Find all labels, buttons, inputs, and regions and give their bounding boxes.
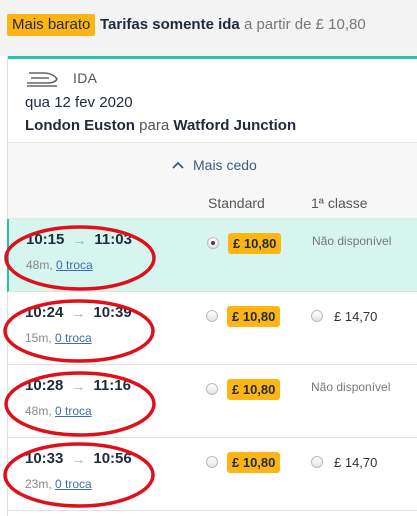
train-icon bbox=[27, 72, 58, 87]
cheapest-badge: Mais barato bbox=[7, 14, 96, 36]
changes-link[interactable]: 0 troca bbox=[56, 258, 93, 272]
fare-summary-bar: Mais barato Tarifas somente ida a partir… bbox=[0, 0, 417, 56]
train-row[interactable]: 10:28 → 11:16 48m, 0 troca £ 10,80 Não d… bbox=[8, 365, 417, 438]
first-class-unavailable: Não disponível bbox=[312, 234, 392, 248]
direction-label: IDA bbox=[73, 70, 98, 86]
duration: 48m, bbox=[26, 258, 53, 272]
duration: 48m, bbox=[25, 404, 52, 418]
fare-class-header: Standard 1ª classe bbox=[8, 188, 417, 219]
changes-link[interactable]: 0 troca bbox=[55, 477, 92, 491]
first-class-price: £ 14,70 bbox=[334, 455, 378, 470]
departure-time: 10:33 bbox=[25, 450, 64, 467]
fare-summary-title: Tarifas somente ida a partir de £ 10,80 bbox=[100, 14, 366, 36]
standard-price: £ 10,80 bbox=[227, 306, 281, 327]
first-class-fare-radio[interactable] bbox=[311, 456, 323, 468]
first-class-unavailable: Não disponível bbox=[311, 380, 391, 394]
standard-fare-radio[interactable] bbox=[206, 310, 218, 322]
arrow-right-icon: → bbox=[71, 304, 86, 321]
train-meta: 48m, 0 troca bbox=[26, 258, 93, 272]
fare-from-price: a partir de £ 10,80 bbox=[243, 16, 366, 33]
first-class-header: 1ª classe bbox=[311, 195, 368, 211]
train-times: 10:24 → 10:39 bbox=[25, 304, 132, 321]
arrow-right-icon: → bbox=[72, 231, 87, 248]
departure-time: 10:24 bbox=[25, 304, 64, 321]
standard-price: £ 10,80 bbox=[227, 379, 281, 400]
changes-link[interactable]: 0 troca bbox=[55, 331, 92, 345]
train-meta: 15m, 0 troca bbox=[25, 331, 92, 345]
arrival-time: 11:16 bbox=[93, 377, 131, 394]
standard-price: £ 10,80 bbox=[228, 233, 282, 254]
changes-link[interactable]: 0 troca bbox=[55, 404, 92, 418]
standard-fare-radio[interactable] bbox=[206, 383, 218, 395]
train-row[interactable]: 10:24 → 10:39 15m, 0 troca £ 10,80 £ 14,… bbox=[8, 292, 417, 365]
train-times: 10:28 → 11:16 bbox=[25, 377, 131, 394]
train-meta: 48m, 0 troca bbox=[25, 404, 92, 418]
destination-station: Watford Junction bbox=[173, 117, 297, 134]
duration: 23m, bbox=[25, 477, 52, 491]
arrow-right-icon: → bbox=[71, 377, 86, 394]
origin-station: London Euston bbox=[25, 117, 135, 134]
first-class-price: £ 14,70 bbox=[334, 309, 378, 324]
journey-summary: IDA qua 12 fev 2020 London Euston para W… bbox=[8, 59, 417, 141]
standard-class-header: Standard bbox=[208, 195, 265, 211]
travel-date: qua 12 fev 2020 bbox=[25, 94, 133, 111]
train-row[interactable]: 10:33 → 10:56 23m, 0 troca £ 10,80 £ 14,… bbox=[8, 438, 417, 511]
journey-card: IDA qua 12 fev 2020 London Euston para W… bbox=[7, 56, 417, 516]
arrival-time: 10:39 bbox=[93, 304, 132, 321]
train-row[interactable]: 10:15 → 11:03 48m, 0 troca £ 10,80 Não d… bbox=[7, 219, 417, 292]
earlier-trains-button[interactable]: Mais cedo bbox=[171, 157, 257, 173]
standard-price: £ 10,80 bbox=[227, 452, 281, 473]
departure-time: 10:28 bbox=[25, 377, 64, 394]
standard-fare-radio[interactable] bbox=[207, 237, 219, 249]
arrival-time: 10:56 bbox=[93, 450, 132, 467]
earlier-trains-bar: Mais cedo bbox=[8, 142, 417, 188]
train-times: 10:15 → 11:03 bbox=[26, 231, 132, 248]
arrival-time: 11:03 bbox=[94, 231, 132, 248]
fare-type-label: Tarifas somente ida bbox=[100, 16, 240, 33]
route-connector: para bbox=[139, 117, 170, 134]
train-meta: 23m, 0 troca bbox=[25, 477, 92, 491]
train-times: 10:33 → 10:56 bbox=[25, 450, 132, 467]
duration: 15m, bbox=[25, 331, 52, 345]
earlier-trains-label: Mais cedo bbox=[193, 157, 257, 173]
departure-time: 10:15 bbox=[26, 231, 65, 248]
standard-fare-radio[interactable] bbox=[206, 456, 218, 468]
route: London Euston para Watford Junction bbox=[25, 117, 296, 134]
arrow-right-icon: → bbox=[71, 450, 86, 467]
chevron-up-icon bbox=[172, 161, 184, 169]
first-class-fare-radio[interactable] bbox=[311, 310, 323, 322]
